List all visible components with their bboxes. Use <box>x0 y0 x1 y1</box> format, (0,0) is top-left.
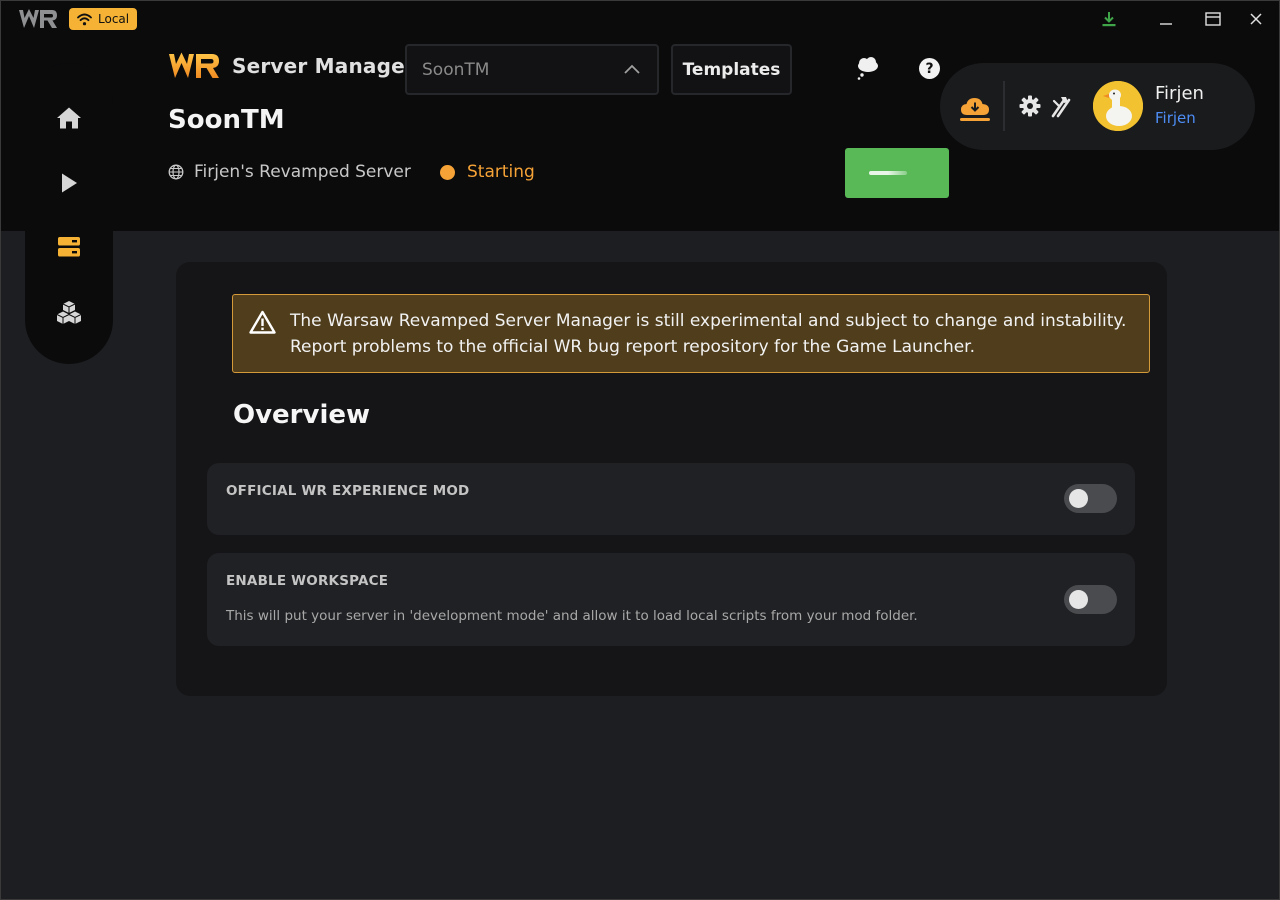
brand: Server Manager <box>168 51 415 81</box>
wifi-icon <box>77 13 92 25</box>
maximize-button[interactable] <box>1201 8 1225 30</box>
server-select[interactable]: SoonTM <box>405 44 659 95</box>
toggle-knob <box>1069 590 1088 609</box>
wr-logo-icon <box>19 9 57 28</box>
play-icon <box>62 173 77 193</box>
warning-line-2: Report problems to the official WR bug r… <box>290 337 976 357</box>
goose-avatar-icon <box>1093 81 1143 131</box>
wr-experience-mod-toggle[interactable] <box>1064 484 1117 513</box>
avatar[interactable] <box>1093 81 1143 131</box>
sidebar-item-mods[interactable] <box>55 298 83 326</box>
cloud-download-icon[interactable] <box>960 96 990 120</box>
warning-icon <box>249 310 276 334</box>
templates-button[interactable]: Templates <box>671 44 792 95</box>
setting-row-wr-experience-mod: OFFICIAL WR EXPERIENCE MOD <box>207 463 1135 535</box>
server-name-row: Firjen's Revamped Server <box>168 162 411 182</box>
status-dot <box>440 164 455 180</box>
close-button[interactable] <box>1244 8 1268 30</box>
sidebar-item-servers[interactable] <box>55 233 83 261</box>
tools-icon[interactable] <box>1050 94 1072 118</box>
home-icon <box>57 107 81 129</box>
toggle-knob <box>1069 489 1088 508</box>
experimental-warning: The Warsaw Revamped Server Manager is st… <box>232 294 1150 373</box>
wr-brand-logo-icon <box>169 52 219 78</box>
setting-row-enable-workspace: ENABLE WORKSPACE This will put your serv… <box>207 553 1135 646</box>
cloud-weather-icon[interactable] <box>855 57 881 81</box>
help-icon[interactable]: ? <box>919 58 940 79</box>
cubes-icon <box>56 301 82 324</box>
loading-indicator <box>869 171 907 175</box>
start-server-button[interactable] <box>845 148 949 198</box>
title-bar: Local <box>0 0 1280 38</box>
chevron-up-icon <box>624 64 640 74</box>
sidebar-item-play[interactable] <box>55 169 83 197</box>
setting-label: ENABLE WORKSPACE <box>226 573 389 589</box>
globe-icon <box>168 164 184 180</box>
divider <box>1003 81 1005 131</box>
warning-text: The Warsaw Revamped Server Manager is st… <box>290 308 1126 360</box>
brand-title: Server Manager <box>232 54 415 78</box>
gear-icon[interactable] <box>1019 95 1041 117</box>
sidebar-item-home[interactable] <box>55 104 83 132</box>
enable-workspace-toggle[interactable] <box>1064 585 1117 614</box>
setting-label: OFFICIAL WR EXPERIENCE MOD <box>226 483 470 499</box>
active-indicator <box>960 118 990 121</box>
minimize-button[interactable] <box>1154 8 1178 30</box>
download-icon[interactable] <box>1097 8 1121 30</box>
section-title: Overview <box>233 400 371 430</box>
local-badge[interactable]: Local <box>69 8 137 30</box>
server-icon <box>58 237 80 257</box>
main-card: The Warsaw Revamped Server Manager is st… <box>176 262 1167 696</box>
page-title: SoonTM <box>168 105 285 135</box>
server-status: Starting <box>440 162 535 182</box>
user-panel: Firjen Firjen <box>940 63 1255 150</box>
server-select-value: SoonTM <box>422 59 490 80</box>
user-name: Firjen <box>1155 83 1204 104</box>
user-profile-link[interactable]: Firjen <box>1155 109 1196 127</box>
setting-description: This will put your server in 'developmen… <box>226 608 918 624</box>
sidebar <box>25 63 113 364</box>
warning-line-1: The Warsaw Revamped Server Manager is st… <box>290 311 1127 331</box>
status-label: Starting <box>467 162 535 182</box>
server-name: Firjen's Revamped Server <box>194 162 411 182</box>
local-badge-label: Local <box>98 12 130 26</box>
